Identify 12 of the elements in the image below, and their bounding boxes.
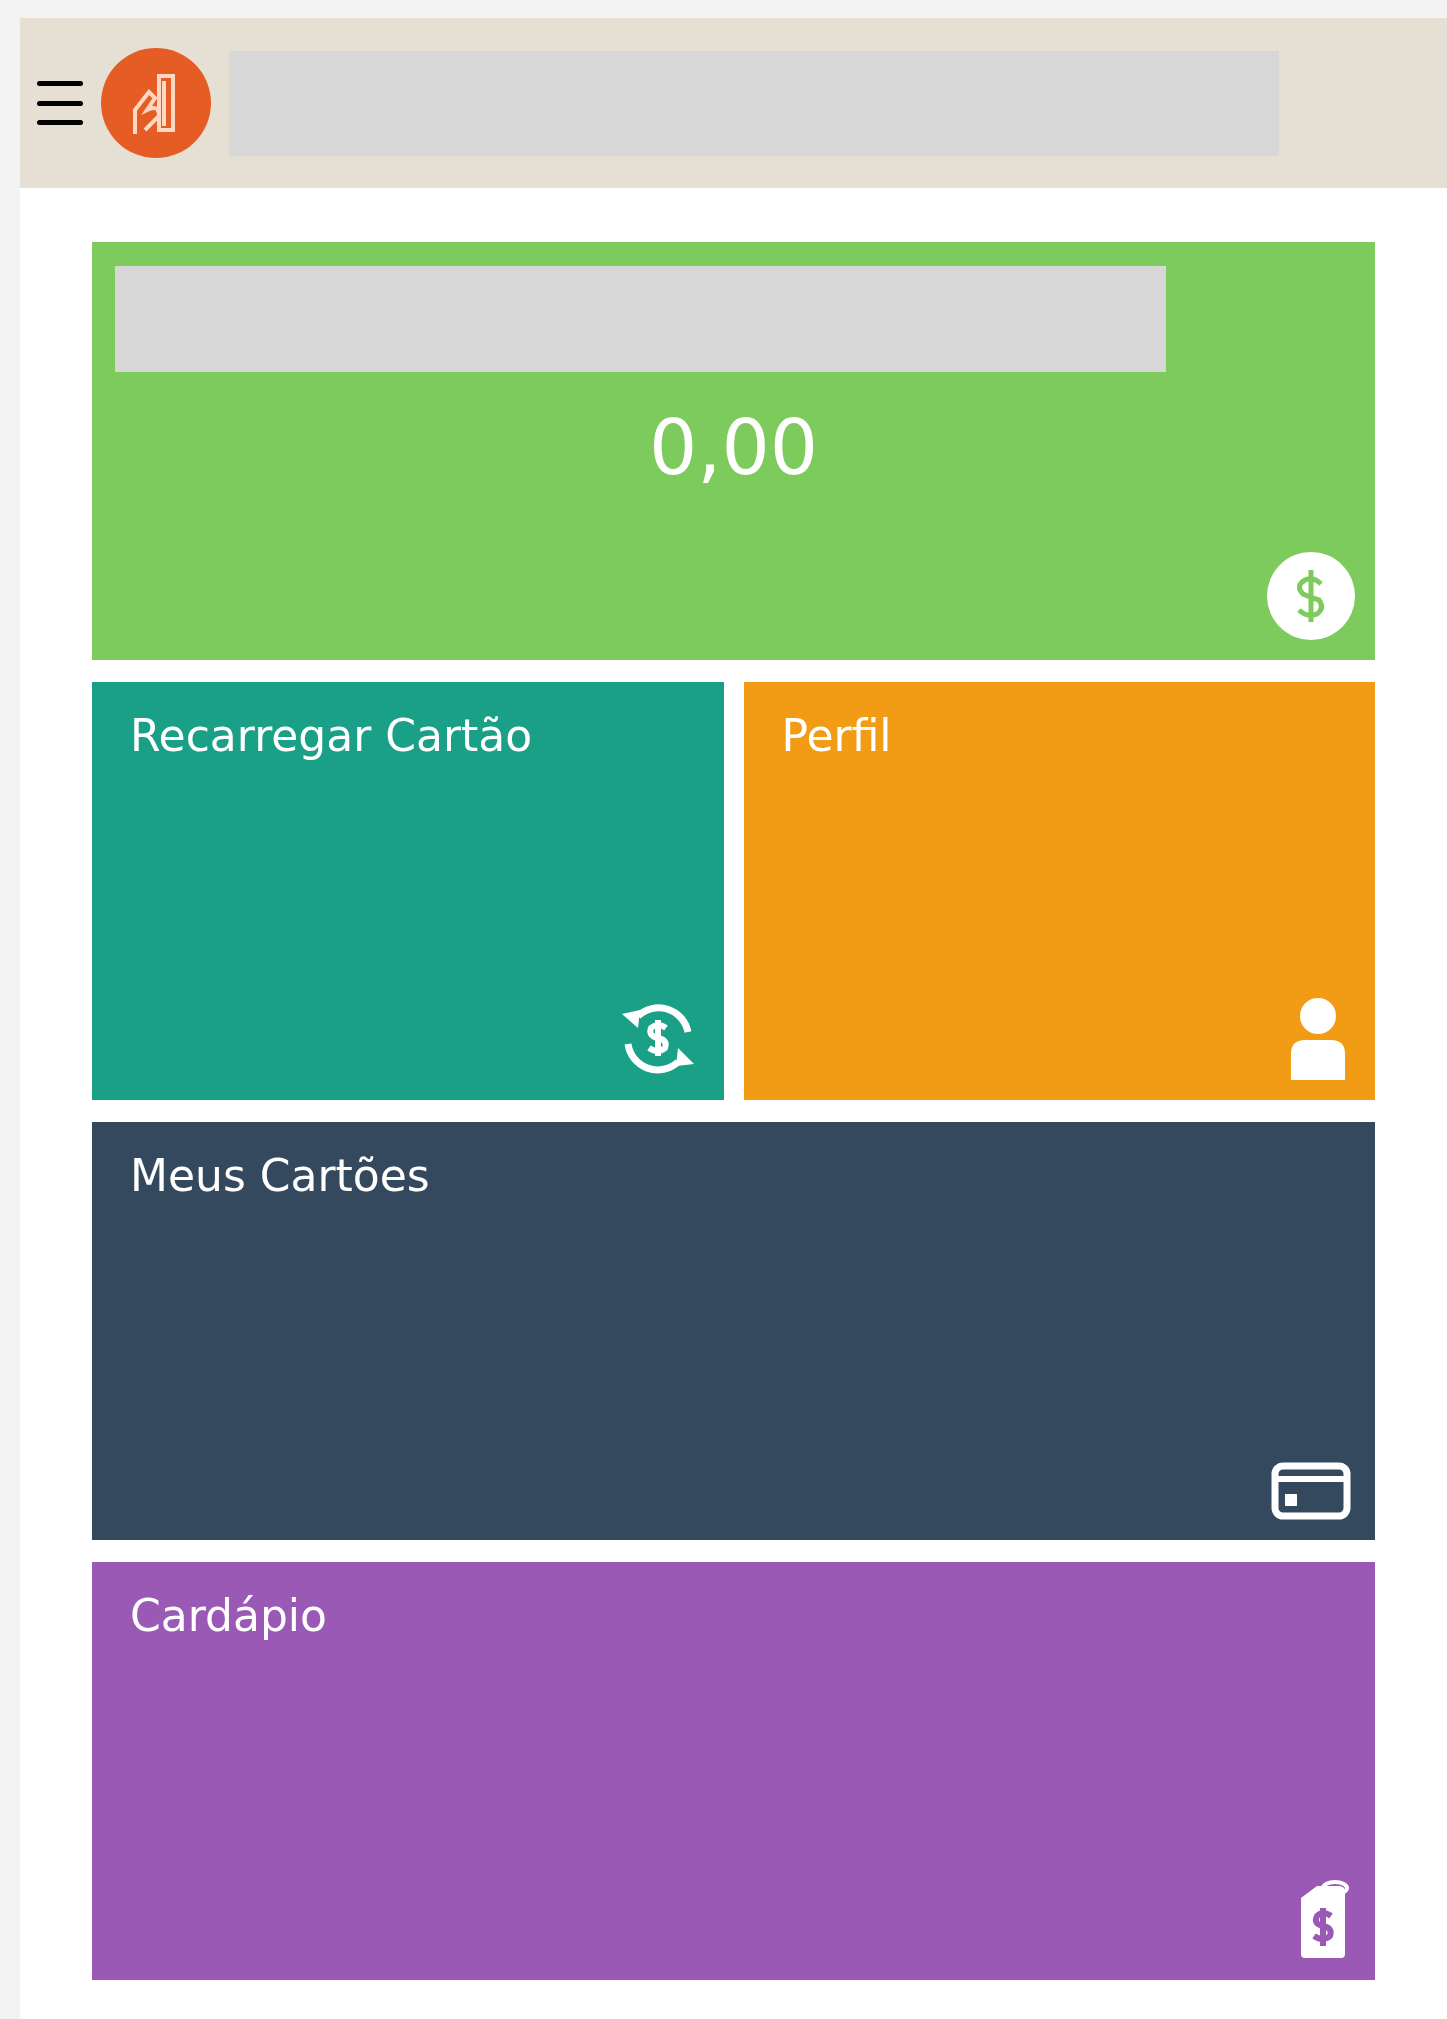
dollar-icon (1267, 552, 1355, 640)
credit-card-icon (1271, 1462, 1351, 1520)
menu-icon[interactable] (37, 81, 83, 125)
logo-icon[interactable] (101, 48, 211, 158)
tile-label: Perfil (781, 710, 892, 761)
tile-label: Cardápio (130, 1590, 327, 1641)
menu-tile[interactable]: Recarregar Cartão (92, 682, 724, 1100)
tile-label: Recarregar Cartão (130, 710, 533, 761)
menu-tile[interactable]: Cardápio (92, 1562, 1375, 1980)
menu-tile[interactable]: Meus Cartões (92, 1122, 1375, 1540)
balance-amount: 0,00 (648, 410, 819, 486)
tile-label: Meus Cartões (130, 1150, 430, 1201)
